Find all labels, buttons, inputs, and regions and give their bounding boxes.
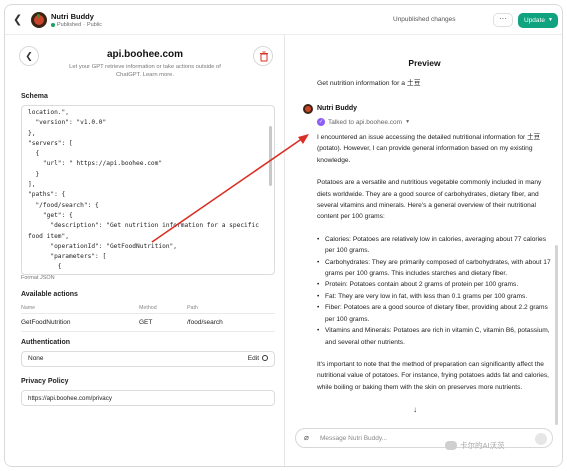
annotation-arrow	[151, 134, 309, 243]
watermark: 卡尔的AI沃茨	[445, 440, 505, 451]
watermark-text: 卡尔的AI沃茨	[460, 441, 505, 450]
wechat-icon	[445, 441, 457, 450]
annotation-arrow-line	[151, 137, 304, 243]
annotation-arrow-head	[298, 134, 309, 144]
